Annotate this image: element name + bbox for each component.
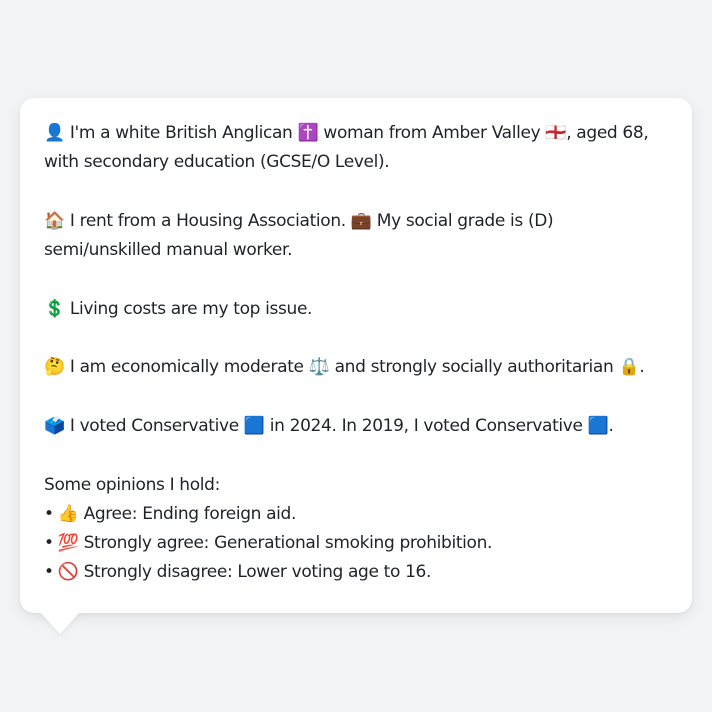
housing-text-a: I rent from a Housing Association. (64, 210, 351, 231)
ballot-box-icon: 🗳️ (44, 415, 65, 436)
voting-line: 🗳️ I voted Conservative 🟦 in 2024. In 20… (44, 412, 672, 441)
bullet: • (44, 562, 54, 583)
ideology-text-b: and strongly socially authoritarian (329, 357, 619, 378)
opinion-item: • 💯 Strongly agree: Generational smoking … (44, 529, 672, 558)
dollar-icon: 💲 (44, 298, 65, 319)
england-flag-icon: 🏴󠁧󠁢󠁥󠁮󠁧󠁿 (545, 123, 567, 143)
opinion-text: Strongly disagree: Lower voting age to 1… (78, 562, 432, 583)
ideology-text-a: I am economically moderate (64, 357, 309, 378)
scales-icon: ⚖️ (308, 357, 330, 378)
opinion-text: Agree: Ending foreign aid. (78, 503, 297, 524)
blue-square-icon: 🟦 (243, 415, 265, 436)
housing-line: 🏠 I rent from a Housing Association. 💼 M… (44, 207, 672, 266)
blue-square-icon: 🟦 (587, 415, 609, 436)
ideology-text-c: . (639, 357, 645, 378)
voting-text-a: I voted Conservative (64, 415, 244, 436)
bubble-tail (40, 612, 80, 634)
prohibited-icon: 🚫 (57, 562, 79, 583)
top-issue-text: Living costs are my top issue. (64, 298, 313, 319)
thumbs-up-icon: 👍 (57, 503, 79, 524)
house-icon: 🏠 (44, 210, 65, 231)
opinions-heading: Some opinions I hold: (44, 474, 220, 495)
identity-text-a: I'm a white British Anglican (64, 123, 298, 143)
persona-message-bubble: 👤 I'm a white British Anglican ✝️ woman … (20, 98, 692, 613)
person-icon: 👤 (44, 123, 65, 143)
bullet: • (44, 503, 54, 524)
lock-icon: 🔒 (618, 357, 640, 378)
opinion-item: • 🚫 Strongly disagree: Lower voting age t… (44, 558, 672, 587)
identity-line: 👤 I'm a white British Anglican ✝️ woman … (44, 119, 672, 178)
voting-text-b: in 2024. In 2019, I voted Conservative (264, 415, 588, 436)
top-issue-line: 💲 Living costs are my top issue. (44, 295, 672, 324)
hundred-points-icon: 💯 (57, 533, 79, 554)
ideology-line: 🤔 I am economically moderate ⚖️ and stro… (44, 353, 672, 382)
opinion-item: • 👍 Agree: Ending foreign aid. (44, 500, 672, 529)
cross-icon: ✝️ (297, 123, 319, 143)
bullet: • (44, 533, 54, 554)
briefcase-icon: 💼 (350, 210, 372, 231)
opinion-text: Strongly agree: Generational smoking pro… (78, 533, 493, 554)
voting-text-c: . (608, 415, 614, 436)
identity-text-b: woman from Amber Valley (318, 123, 546, 143)
thinking-face-icon: 🤔 (44, 357, 65, 378)
